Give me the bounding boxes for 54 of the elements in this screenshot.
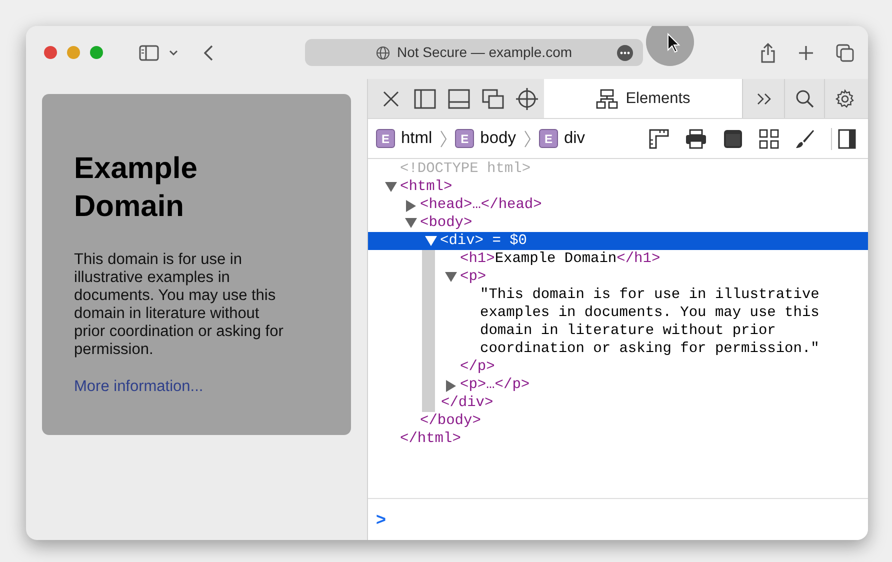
- closing-tag: </body>: [420, 412, 481, 430]
- element-tag[interactable]: <p>…</p>: [460, 376, 530, 394]
- window-icon[interactable]: [723, 128, 743, 148]
- more-information-link[interactable]: More information...: [74, 378, 204, 395]
- plus-icon[interactable]: [798, 44, 814, 60]
- ruler-icon[interactable]: [649, 128, 669, 148]
- paintbrush-icon[interactable]: [795, 128, 815, 148]
- closing-tag: </p>: [460, 358, 495, 376]
- zoom-button[interactable]: [90, 46, 103, 59]
- disclosure-triangle-icon[interactable]: [405, 218, 417, 228]
- sidebar-toggle-icon[interactable]: [831, 128, 858, 150]
- element-tag[interactable]: <html>: [400, 178, 452, 196]
- tabs-icon[interactable]: [836, 44, 854, 62]
- element-badge: E: [376, 129, 395, 148]
- node-reference: = $0: [492, 232, 528, 250]
- grid-icon[interactable]: [759, 128, 779, 148]
- back-icon[interactable]: [204, 44, 213, 60]
- share-icon[interactable]: [760, 42, 776, 62]
- sidebar-icon[interactable]: [139, 44, 159, 60]
- page-paragraph: This domain is for use in illustrative examples in documents. You may use this domain in literature without prior coordination or asking for permission.: [74, 251, 284, 359]
- separator-chevron-icon: [440, 130, 448, 148]
- element-tag[interactable]: <head>…</head>: [420, 196, 542, 214]
- disclosure-triangle-icon[interactable]: [425, 236, 437, 246]
- disclosure-triangle-icon[interactable]: [446, 380, 456, 392]
- devtools-tab[interactable]: Elements: [544, 79, 742, 118]
- disclosure-triangle-icon[interactable]: [385, 182, 397, 192]
- element-tag[interactable]: <body>: [420, 214, 472, 232]
- chevron-down-icon[interactable]: [169, 50, 178, 56]
- breadcrumb-item[interactable]: E html: [374, 126, 434, 151]
- breadcrumb-item[interactable]: E body: [453, 126, 518, 151]
- breadcrumb-item[interactable]: E div: [536, 126, 588, 151]
- selected-row-highlight[interactable]: <div> = $0: [368, 232, 868, 250]
- element-tag[interactable]: <p>: [460, 268, 486, 286]
- disclosure-triangle-icon[interactable]: [406, 200, 416, 212]
- globe-icon: [376, 46, 390, 60]
- element-badge: E: [538, 129, 558, 148]
- address-bar[interactable]: Not Secure — example.com: [305, 39, 643, 66]
- closing-tag: </div>: [441, 394, 494, 412]
- close-button[interactable]: [44, 46, 57, 59]
- disclosure-triangle-icon[interactable]: [445, 272, 457, 282]
- console-prompt[interactable]: >: [376, 506, 386, 532]
- print-icon[interactable]: [685, 128, 707, 148]
- hierarchy-icon: [596, 88, 618, 108]
- element-badge: E: [455, 129, 474, 148]
- dom-node-line[interactable]: <h1>Example Domain</h1>: [460, 250, 660, 268]
- page-heading: Example Domain: [74, 151, 198, 224]
- closing-tag: </html>: [400, 430, 461, 448]
- text-node-content: "This domain is for use in illustrative examples in documents. You may use this domain in literature without prior coordination or asking for permission.": [480, 286, 820, 358]
- cursor-icon: [646, 26, 694, 66]
- address-text: Not Secure — example.com: [396, 43, 572, 62]
- separator-chevron-icon: [524, 130, 531, 148]
- doctype-line: <!DOCTYPE html>: [400, 160, 531, 178]
- more-icon[interactable]: [617, 45, 633, 61]
- element-tag[interactable]: <div>: [440, 232, 484, 250]
